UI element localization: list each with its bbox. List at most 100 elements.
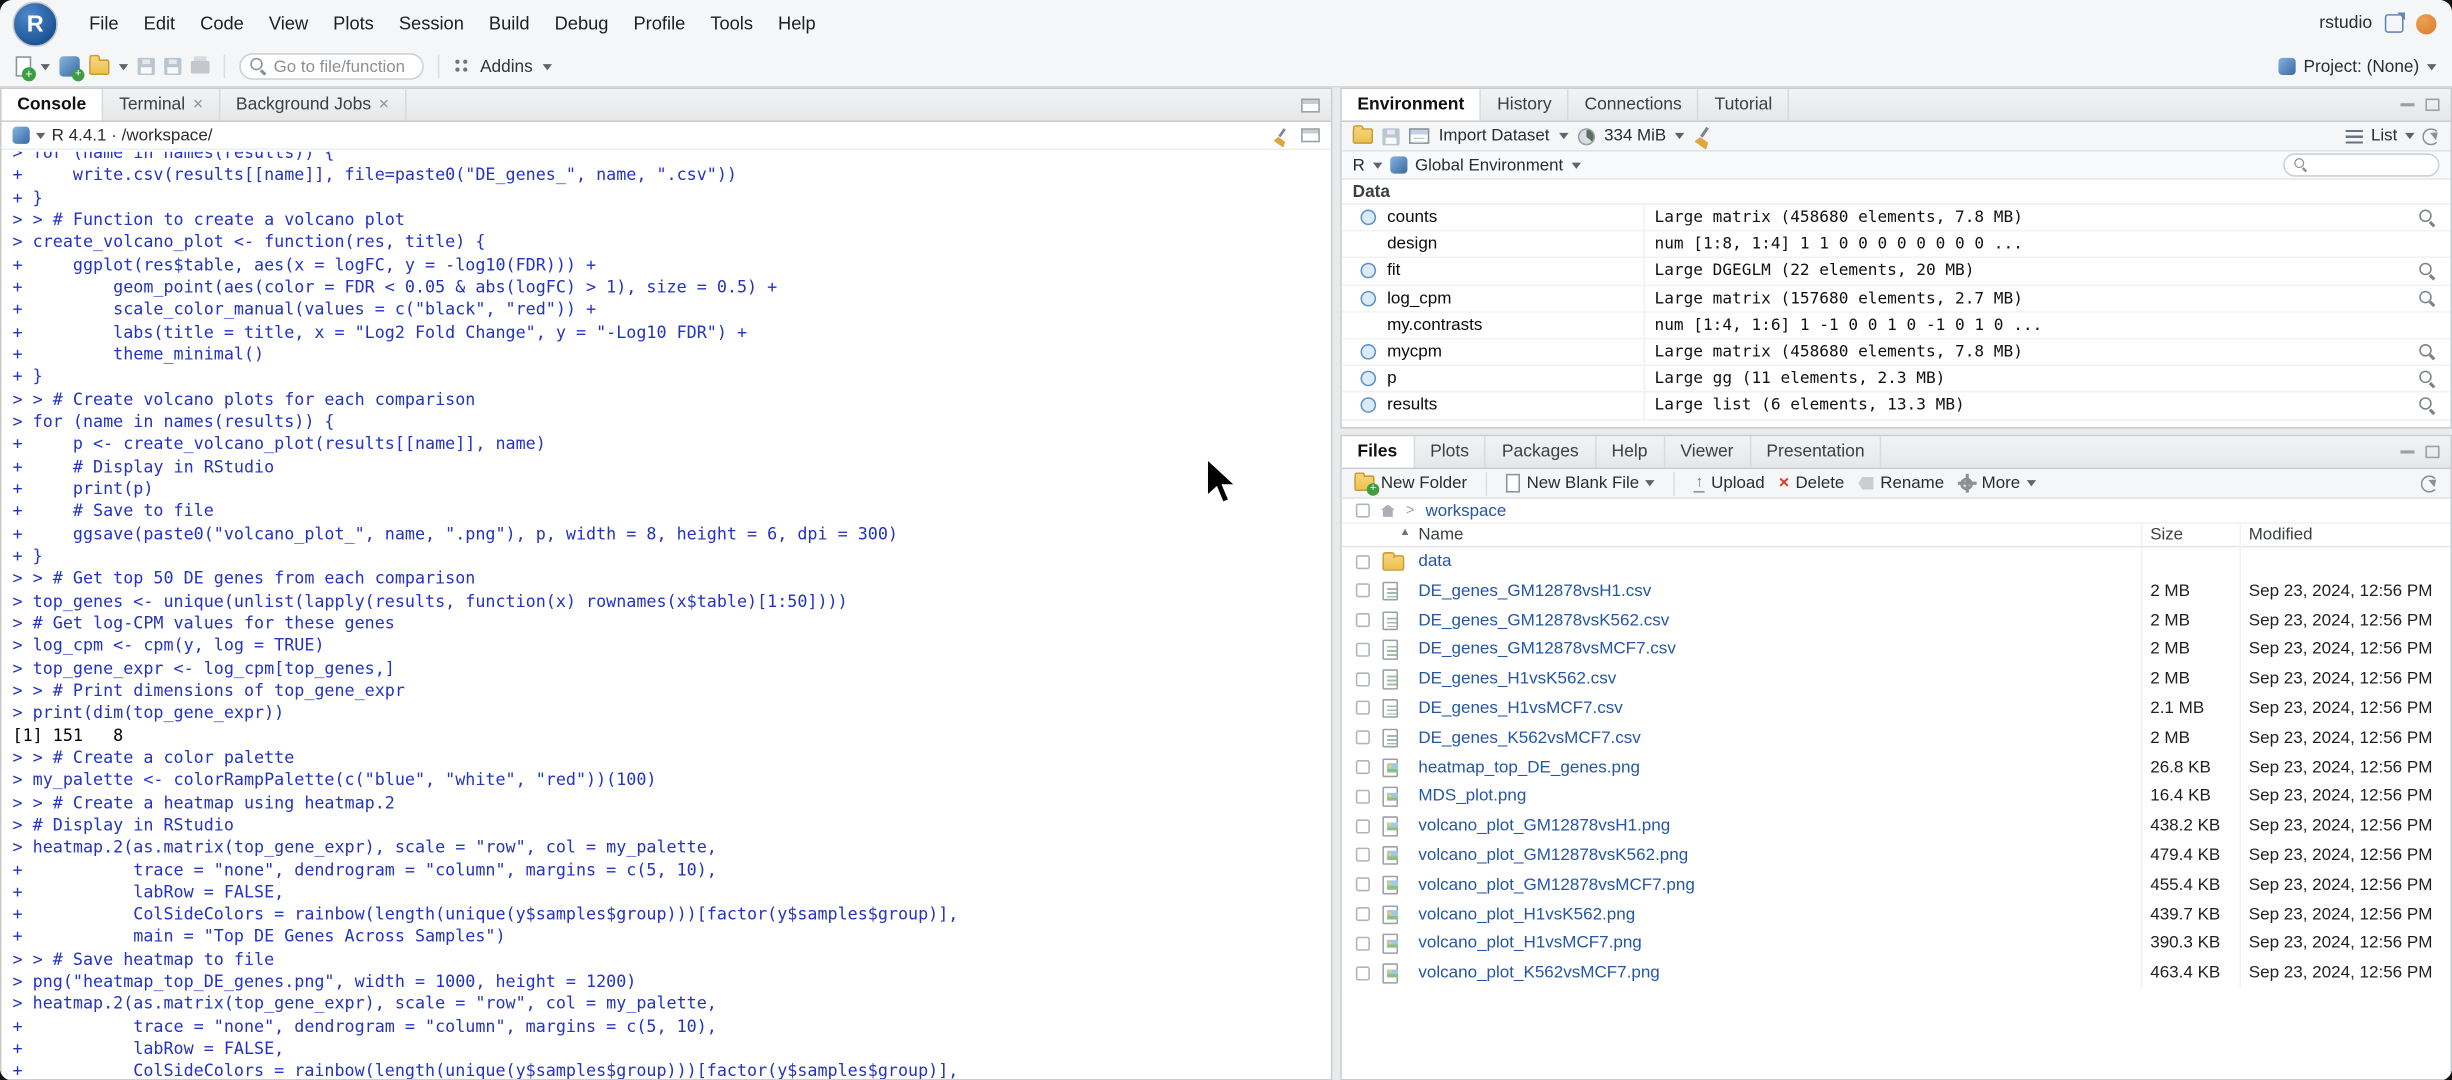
addins-caret-icon[interactable] xyxy=(542,63,552,70)
open-file-icon[interactable] xyxy=(89,54,110,75)
inspect-icon[interactable] xyxy=(2419,209,2436,227)
file-name[interactable]: volcano_plot_GM12878vsMCF7.png xyxy=(1418,875,1694,894)
environment-selector[interactable]: Global Environment xyxy=(1415,156,1563,175)
file-row[interactable]: DE_genes_GM12878vsH1.csv 2 MB Sep 23, 2024… xyxy=(1342,577,2451,606)
environment-search-input[interactable] xyxy=(2283,153,2440,177)
file-name[interactable]: DE_genes_H1vsMCF7.csv xyxy=(1418,699,1622,718)
refresh-environment-icon[interactable] xyxy=(2422,127,2440,145)
file-checkbox[interactable] xyxy=(1355,789,1370,804)
menu-item-session[interactable]: Session xyxy=(386,7,476,40)
file-name[interactable]: DE_genes_GM12878vsMCF7.csv xyxy=(1418,640,1675,659)
file-row[interactable]: volcano_plot_K562vsMCF7.png 463.4 KB Sep 2… xyxy=(1342,959,2451,988)
file-checkbox[interactable] xyxy=(1355,818,1370,833)
tab-console[interactable]: Console xyxy=(1,89,104,121)
minimize-pane-icon[interactable] xyxy=(2400,103,2415,107)
project-menu[interactable]: Project: (None) xyxy=(2278,57,2452,76)
memory-usage-label[interactable]: 334 MiB xyxy=(1604,127,1666,146)
column-header-size[interactable]: Size xyxy=(2150,525,2183,544)
tab-background-jobs[interactable]: Background Jobs × xyxy=(220,89,407,121)
file-row[interactable]: DE_genes_GM12878vsK562.csv 2 MB Sep 23, 20… xyxy=(1342,606,2451,635)
inspect-icon[interactable] xyxy=(2419,343,2436,361)
list-view-caret-icon[interactable] xyxy=(2405,132,2415,140)
file-row[interactable]: volcano_plot_GM12878vsH1.png 438.2 KB Sep … xyxy=(1342,812,2451,841)
new-file-icon[interactable] xyxy=(15,56,36,82)
save-icon[interactable] xyxy=(137,57,155,76)
console-pane-icon[interactable] xyxy=(1301,128,1320,143)
file-checkbox[interactable] xyxy=(1355,965,1370,980)
column-header-name[interactable]: Name xyxy=(1418,525,1463,544)
console-body[interactable]: > for (name in names(results)) {+ write.… xyxy=(1,151,1331,1079)
more-button[interactable]: More xyxy=(1957,473,2036,493)
language-caret-icon[interactable] xyxy=(1372,161,1383,169)
home-icon[interactable] xyxy=(1380,504,1395,517)
print-icon[interactable] xyxy=(190,55,210,73)
upload-button[interactable]: ↑ Upload xyxy=(1693,474,1765,493)
tab-history[interactable]: History xyxy=(1482,89,1569,121)
breadcrumb-workspace[interactable]: workspace xyxy=(1426,501,1507,520)
menu-item-view[interactable]: View xyxy=(256,7,320,40)
environment-row[interactable]: mycpm Large matrix (458680 elements, 7.8 … xyxy=(1341,339,2451,367)
maximize-pane-icon[interactable] xyxy=(2425,98,2440,112)
file-row[interactable]: volcano_plot_GM12878vsK562.png 479.4 KB Se… xyxy=(1342,841,2451,870)
file-name[interactable]: volcano_plot_H1vsMCF7.png xyxy=(1418,934,1641,953)
load-workspace-icon[interactable] xyxy=(1352,124,1374,144)
file-row[interactable]: data xyxy=(1342,547,2451,576)
tab-plots[interactable]: Plots xyxy=(1414,436,1487,468)
file-row[interactable]: DE_genes_H1vsMCF7.csv 2.1 MB Sep 23, 2024,… xyxy=(1342,694,2451,723)
tab-environment[interactable]: Environment xyxy=(1341,89,1482,121)
environment-row[interactable]: results Large list (6 elements, 13.3 MB) xyxy=(1341,393,2451,421)
file-name[interactable]: DE_genes_H1vsK562.csv xyxy=(1418,670,1616,689)
tab-connections[interactable]: Connections xyxy=(1569,89,1699,121)
environment-caret-icon[interactable] xyxy=(1571,161,1581,169)
close-icon[interactable]: × xyxy=(193,95,203,114)
tab-files[interactable]: Files xyxy=(1341,436,1415,468)
menu-item-profile[interactable]: Profile xyxy=(621,7,698,40)
environment-row[interactable]: log_cpm Large matrix (157680 elements, 2.… xyxy=(1341,285,2451,313)
file-row[interactable]: DE_genes_GM12878vsMCF7.csv 2 MB Sep 23, 20… xyxy=(1342,636,2451,665)
refresh-files-icon[interactable] xyxy=(2420,474,2438,492)
file-name[interactable]: volcano_plot_GM12878vsH1.png xyxy=(1418,817,1670,836)
memory-caret-icon[interactable] xyxy=(1675,132,1685,140)
menu-item-plots[interactable]: Plots xyxy=(321,7,387,40)
open-new-session-icon[interactable] xyxy=(2384,14,2404,33)
menu-item-file[interactable]: File xyxy=(77,7,131,40)
new-file-caret-icon[interactable] xyxy=(40,63,51,70)
r-version-caret-icon[interactable] xyxy=(35,132,46,139)
menu-item-help[interactable]: Help xyxy=(766,7,829,40)
file-name[interactable]: DE_genes_GM12878vsK562.csv xyxy=(1418,611,1669,630)
inspect-icon[interactable] xyxy=(2419,370,2436,388)
open-file-caret-icon[interactable] xyxy=(118,63,129,70)
save-all-icon[interactable] xyxy=(164,57,182,76)
tab-terminal[interactable]: Terminal × xyxy=(103,89,221,121)
file-name[interactable]: volcano_plot_GM12878vsK562.png xyxy=(1418,846,1688,865)
import-dataset-caret-icon[interactable] xyxy=(1558,132,1569,140)
file-checkbox[interactable] xyxy=(1355,701,1370,716)
addins-button[interactable]: Addins xyxy=(480,57,533,76)
inspect-icon[interactable] xyxy=(2419,397,2436,415)
file-row[interactable]: volcano_plot_H1vsK562.png 439.7 KB Sep 23,… xyxy=(1342,900,2451,929)
file-name[interactable]: data xyxy=(1418,552,1451,571)
file-checkbox[interactable] xyxy=(1355,642,1370,657)
delete-button[interactable]: × Delete xyxy=(1779,473,1845,492)
file-row[interactable]: volcano_plot_GM12878vsMCF7.png 455.4 KB Se… xyxy=(1342,871,2451,900)
file-name[interactable]: DE_genes_GM12878vsH1.csv xyxy=(1418,581,1651,600)
environment-row[interactable]: p Large gg (11 elements, 2.3 MB) xyxy=(1341,366,2451,394)
file-name[interactable]: volcano_plot_H1vsK562.png xyxy=(1418,905,1635,924)
inspect-icon[interactable] xyxy=(2419,263,2436,280)
rename-button[interactable]: Rename xyxy=(1858,474,1944,493)
menu-item-tools[interactable]: Tools xyxy=(698,7,766,40)
tab-help[interactable]: Help xyxy=(1596,436,1665,468)
menu-item-code[interactable]: Code xyxy=(188,7,257,40)
file-row[interactable]: heatmap_top_DE_genes.png 26.8 KB Sep 23, 2… xyxy=(1342,753,2451,782)
tab-viewer[interactable]: Viewer xyxy=(1665,436,1751,468)
inspect-icon[interactable] xyxy=(2419,290,2436,307)
sort-ascending-icon[interactable]: ▲ xyxy=(1400,527,1411,538)
close-icon[interactable]: × xyxy=(379,95,389,114)
file-row[interactable]: MDS_plot.png 16.4 KB Sep 23, 2024, 12:56 P… xyxy=(1342,782,2451,811)
environment-row[interactable]: design num [1:8, 1:4] 1 1 0 0 0 0 0 0 0 0… xyxy=(1341,231,2451,259)
file-checkbox[interactable] xyxy=(1355,848,1370,863)
menu-item-edit[interactable]: Edit xyxy=(131,7,188,40)
file-name[interactable]: MDS_plot.png xyxy=(1418,787,1526,806)
minimize-pane-icon[interactable] xyxy=(2400,450,2415,454)
file-checkbox[interactable] xyxy=(1355,554,1370,569)
